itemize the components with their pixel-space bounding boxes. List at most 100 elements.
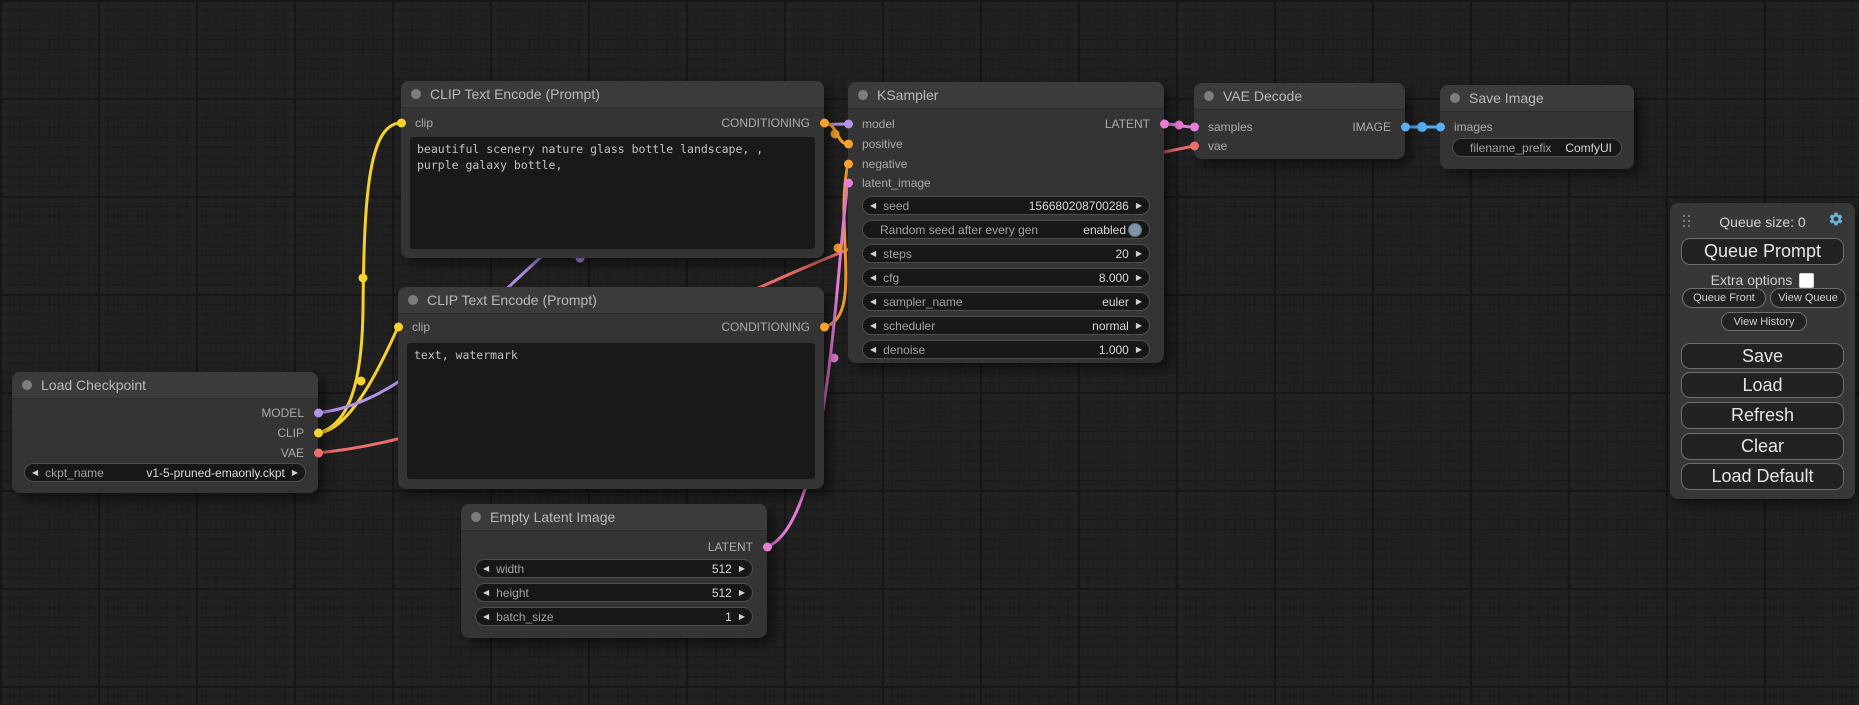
load-button[interactable]: Load [1681, 372, 1844, 398]
increment-arrow-icon[interactable]: ▶ [1136, 274, 1142, 282]
node-title-bar[interactable]: KSampler [848, 82, 1164, 109]
slot-label: LATENT [708, 540, 753, 554]
increment-arrow-icon[interactable]: ▶ [739, 613, 745, 621]
widget-label: width [496, 562, 524, 576]
view-history-button[interactable]: View History [1721, 312, 1807, 331]
increment-arrow-icon[interactable]: ▶ [739, 565, 745, 573]
node-clip-text-encode-negative[interactable]: CLIP Text Encode (Prompt) clip CONDITION… [398, 287, 824, 489]
extra-options-checkbox[interactable] [1799, 273, 1814, 288]
toggle-circle-icon[interactable] [1128, 223, 1142, 237]
negative-prompt-textarea[interactable]: text, watermark [407, 343, 815, 479]
node-vae-decode[interactable]: VAE Decode samples vae IMAGE [1194, 83, 1405, 159]
clip-port-icon[interactable] [314, 429, 323, 438]
vae-port-icon[interactable] [1190, 142, 1199, 151]
positive-prompt-textarea[interactable]: beautiful scenery nature glass bottle la… [410, 137, 815, 249]
widget-value: 512 [712, 586, 732, 600]
increment-arrow-icon[interactable]: ▶ [1136, 346, 1142, 354]
node-load-checkpoint[interactable]: Load Checkpoint MODEL CLIP VAE ◀ ckpt_na… [12, 372, 318, 493]
decrement-arrow-icon[interactable]: ◀ [870, 298, 876, 306]
increment-arrow-icon[interactable]: ▶ [292, 469, 298, 477]
decrement-arrow-icon[interactable]: ◀ [870, 274, 876, 282]
decrement-arrow-icon[interactable]: ◀ [32, 469, 38, 477]
conditioning-port-icon[interactable] [820, 323, 829, 332]
increment-arrow-icon[interactable]: ▶ [739, 589, 745, 597]
node-save-image[interactable]: Save Image images filename_prefix ComfyU… [1440, 85, 1634, 169]
image-port-icon[interactable] [1436, 123, 1445, 132]
image-port-icon[interactable] [1401, 123, 1410, 132]
clear-button[interactable]: Clear [1681, 433, 1844, 460]
decrement-arrow-icon[interactable]: ◀ [870, 202, 876, 210]
conditioning-port-icon[interactable] [820, 119, 829, 128]
decrement-arrow-icon[interactable]: ◀ [483, 565, 489, 573]
decrement-arrow-icon[interactable]: ◀ [870, 322, 876, 330]
conditioning-port-icon[interactable] [844, 140, 853, 149]
slot-label: negative [862, 157, 907, 171]
output-slot-image: IMAGE [1352, 118, 1405, 136]
latent-port-icon[interactable] [844, 179, 853, 188]
collapse-dot-icon[interactable] [1204, 91, 1214, 101]
scheduler-widget[interactable]: ◀ scheduler normal ▶ [862, 316, 1150, 335]
widget-value: 20 [1115, 247, 1128, 261]
cfg-widget[interactable]: ◀ cfg 8.000 ▶ [862, 268, 1150, 287]
decrement-arrow-icon[interactable]: ◀ [483, 589, 489, 597]
latent-port-icon[interactable] [1160, 120, 1169, 129]
queue-front-button[interactable]: Queue Front [1682, 288, 1766, 308]
widget-value: 1 [725, 610, 732, 624]
node-title-bar[interactable]: Empty Latent Image [461, 504, 767, 531]
gear-icon[interactable] [1828, 211, 1844, 227]
output-slot-conditioning: CONDITIONING [721, 318, 824, 336]
input-slot-model: model [848, 115, 895, 133]
ckpt-name-widget[interactable]: ◀ ckpt_name v1-5-pruned-emaonly.ckpt ▶ [24, 463, 306, 482]
widget-label: batch_size [496, 610, 553, 624]
queue-panel: Queue size: 0 Queue Prompt Extra options… [1670, 203, 1855, 499]
view-queue-button[interactable]: View Queue [1770, 288, 1846, 308]
latent-port-icon[interactable] [1190, 123, 1199, 132]
node-title: CLIP Text Encode (Prompt) [427, 292, 597, 308]
collapse-dot-icon[interactable] [408, 295, 418, 305]
width-widget[interactable]: ◀ width 512 ▶ [475, 559, 753, 578]
denoise-widget[interactable]: ◀ denoise 1.000 ▶ [862, 340, 1150, 359]
model-port-icon[interactable] [844, 120, 853, 129]
save-button[interactable]: Save [1681, 343, 1844, 369]
collapse-dot-icon[interactable] [1450, 93, 1460, 103]
load-default-button[interactable]: Load Default [1681, 463, 1844, 490]
refresh-button[interactable]: Refresh [1681, 402, 1844, 429]
seed-widget[interactable]: ◀ seed 156680208700286 ▶ [862, 196, 1150, 215]
increment-arrow-icon[interactable]: ▶ [1136, 322, 1142, 330]
node-title-bar[interactable]: VAE Decode [1194, 83, 1405, 110]
clip-port-icon[interactable] [394, 323, 403, 332]
queue-prompt-button[interactable]: Queue Prompt [1681, 238, 1844, 265]
collapse-dot-icon[interactable] [858, 90, 868, 100]
increment-arrow-icon[interactable]: ▶ [1136, 202, 1142, 210]
decrement-arrow-icon[interactable]: ◀ [870, 346, 876, 354]
collapse-dot-icon[interactable] [411, 89, 421, 99]
node-title-bar[interactable]: CLIP Text Encode (Prompt) [401, 81, 824, 108]
link-dot [830, 354, 839, 363]
latent-port-icon[interactable] [763, 543, 772, 552]
node-empty-latent-image[interactable]: Empty Latent Image LATENT ◀ width 512 ▶ … [461, 504, 767, 638]
steps-widget[interactable]: ◀ steps 20 ▶ [862, 244, 1150, 263]
sampler-name-widget[interactable]: ◀ sampler_name euler ▶ [862, 292, 1150, 311]
batch-size-widget[interactable]: ◀ batch_size 1 ▶ [475, 607, 753, 626]
node-title-bar[interactable]: Load Checkpoint [12, 372, 318, 399]
slot-label: IMAGE [1352, 120, 1391, 134]
clip-port-icon[interactable] [397, 119, 406, 128]
collapse-dot-icon[interactable] [22, 380, 32, 390]
node-graph-canvas[interactable]: Load Checkpoint MODEL CLIP VAE ◀ ckpt_na… [0, 0, 1859, 705]
node-title-bar[interactable]: Save Image [1440, 85, 1634, 112]
decrement-arrow-icon[interactable]: ◀ [870, 250, 876, 258]
node-title-bar[interactable]: CLIP Text Encode (Prompt) [398, 287, 824, 314]
vae-port-icon[interactable] [314, 449, 323, 458]
node-clip-text-encode-positive[interactable]: CLIP Text Encode (Prompt) clip CONDITION… [401, 81, 824, 258]
increment-arrow-icon[interactable]: ▶ [1136, 250, 1142, 258]
collapse-dot-icon[interactable] [471, 512, 481, 522]
model-port-icon[interactable] [314, 409, 323, 418]
decrement-arrow-icon[interactable]: ◀ [483, 613, 489, 621]
filename-prefix-widget[interactable]: filename_prefix ComfyUI [1452, 138, 1622, 157]
node-ksampler[interactable]: KSampler model positive negative latent_… [848, 82, 1164, 363]
height-widget[interactable]: ◀ height 512 ▶ [475, 583, 753, 602]
conditioning-port-icon[interactable] [844, 160, 853, 169]
link-dot [1417, 122, 1427, 132]
random-seed-toggle[interactable]: Random seed after every gen enabled [862, 220, 1150, 239]
increment-arrow-icon[interactable]: ▶ [1136, 298, 1142, 306]
